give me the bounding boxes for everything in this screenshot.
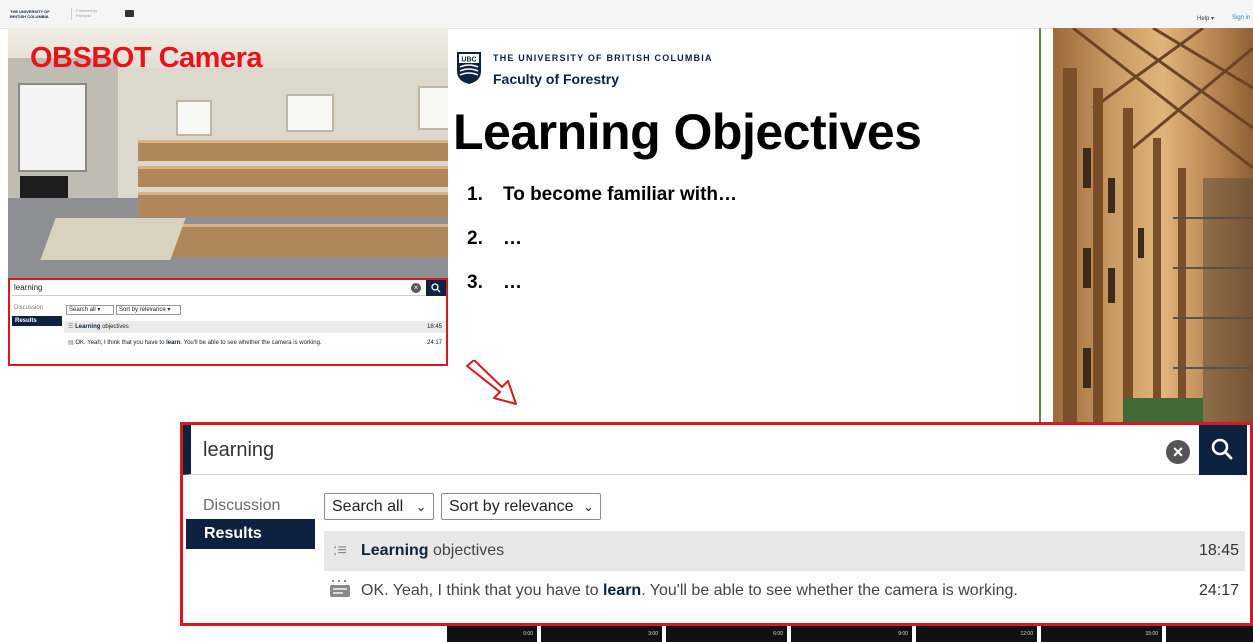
objective-item: 3.… [467, 272, 522, 293]
camera-label: OBSBOT Camera [30, 42, 263, 74]
timeline-segment[interactable]: 3:00 [541, 626, 662, 642]
video-timeline[interactable]: 0:00 3:00 6:00 9:00 12:00 15:00 [447, 626, 1253, 642]
sort-select[interactable]: Sort by relevance ⌄ [441, 493, 601, 520]
clear-search-icon[interactable]: × [1166, 440, 1190, 464]
slide-list-icon: ☰ [68, 324, 74, 330]
divider-line [1039, 28, 1041, 428]
slide-university-name: THE UNIVERSITY OF BRITISH COLUMBIA [493, 53, 713, 63]
timeline-segment[interactable]: 12:00 [916, 626, 1037, 642]
search-panel-zoomed: learning × Discussion Results Search all… [180, 422, 1253, 626]
tab-results-small[interactable]: Results [12, 316, 62, 326]
search-icon[interactable] [426, 280, 446, 296]
objective-item: 1. To become familiar with… [467, 184, 738, 205]
svg-text:UBC: UBC [461, 57, 476, 64]
caption-icon: ▤ [68, 340, 74, 346]
help-menu-button[interactable]: Help ▾ [1197, 15, 1214, 22]
slide-list-icon: :≡ [333, 542, 347, 559]
atrium-photo [1053, 28, 1253, 428]
search-scope-select-small[interactable]: Search all ▾ [66, 305, 114, 315]
timeline-segment[interactable]: 9:00 [791, 626, 912, 642]
result-row[interactable]: :≡ Learning objectives 18:45 [324, 531, 1245, 571]
clear-search-icon[interactable]: × [411, 283, 421, 293]
search-scope-select[interactable]: Search all ⌄ [324, 493, 434, 520]
result-row[interactable]: OK. Yeah, I think that you have to learn… [324, 571, 1245, 611]
timeline-segment[interactable] [1166, 626, 1253, 642]
camera-video-feed[interactable]: OBSBOT Camera [8, 28, 448, 280]
lecture-table [40, 218, 186, 260]
slide-faculty-name: Faculty of Forestry [493, 71, 620, 87]
search-input[interactable]: learning [183, 425, 1199, 475]
search-panel-thumbnail: learning × Discussion Results Search all… [8, 278, 448, 366]
sort-select-small[interactable]: Sort by relevance ▾ [116, 305, 181, 315]
zoom-arrow-icon [466, 360, 517, 405]
timeline-segment[interactable]: 15:00 [1041, 626, 1162, 642]
chevron-down-icon: ⌄ [415, 499, 427, 514]
folder-icon[interactable] [125, 10, 134, 17]
powered-by-label: Powered by Panopto [76, 8, 98, 18]
ubc-crest-icon: UBC [457, 52, 481, 84]
tab-discussion[interactable]: Discussion [203, 497, 280, 515]
ubc-logo[interactable]: THE UNIVERSITY OF BRITISH COLUMBIA [10, 9, 66, 19]
objective-item: 2.… [467, 228, 522, 249]
chevron-down-icon: ⌄ [582, 499, 594, 514]
result-row[interactable]: ☰ Learning objectives 18:45 [64, 321, 446, 333]
tab-discussion-small[interactable]: Discussion [14, 305, 43, 311]
sign-in-link[interactable]: Sign in [1232, 15, 1250, 21]
search-button[interactable] [1199, 425, 1247, 475]
caption-icon [330, 580, 350, 597]
result-row[interactable]: ▤ OK. Yeah, I think that you have to lea… [64, 337, 446, 349]
tab-results[interactable]: Results [186, 519, 315, 549]
slide-title: Learning Objectives [453, 104, 922, 160]
search-input-small[interactable]: learning [12, 280, 426, 296]
logo-divider [71, 8, 72, 20]
search-icon [1211, 438, 1233, 460]
top-bar: THE UNIVERSITY OF BRITISH COLUMBIA Power… [0, 0, 1253, 29]
timeline-segment[interactable]: 0:00 [447, 626, 537, 642]
timeline-segment[interactable]: 6:00 [666, 626, 787, 642]
whiteboard [18, 83, 87, 172]
